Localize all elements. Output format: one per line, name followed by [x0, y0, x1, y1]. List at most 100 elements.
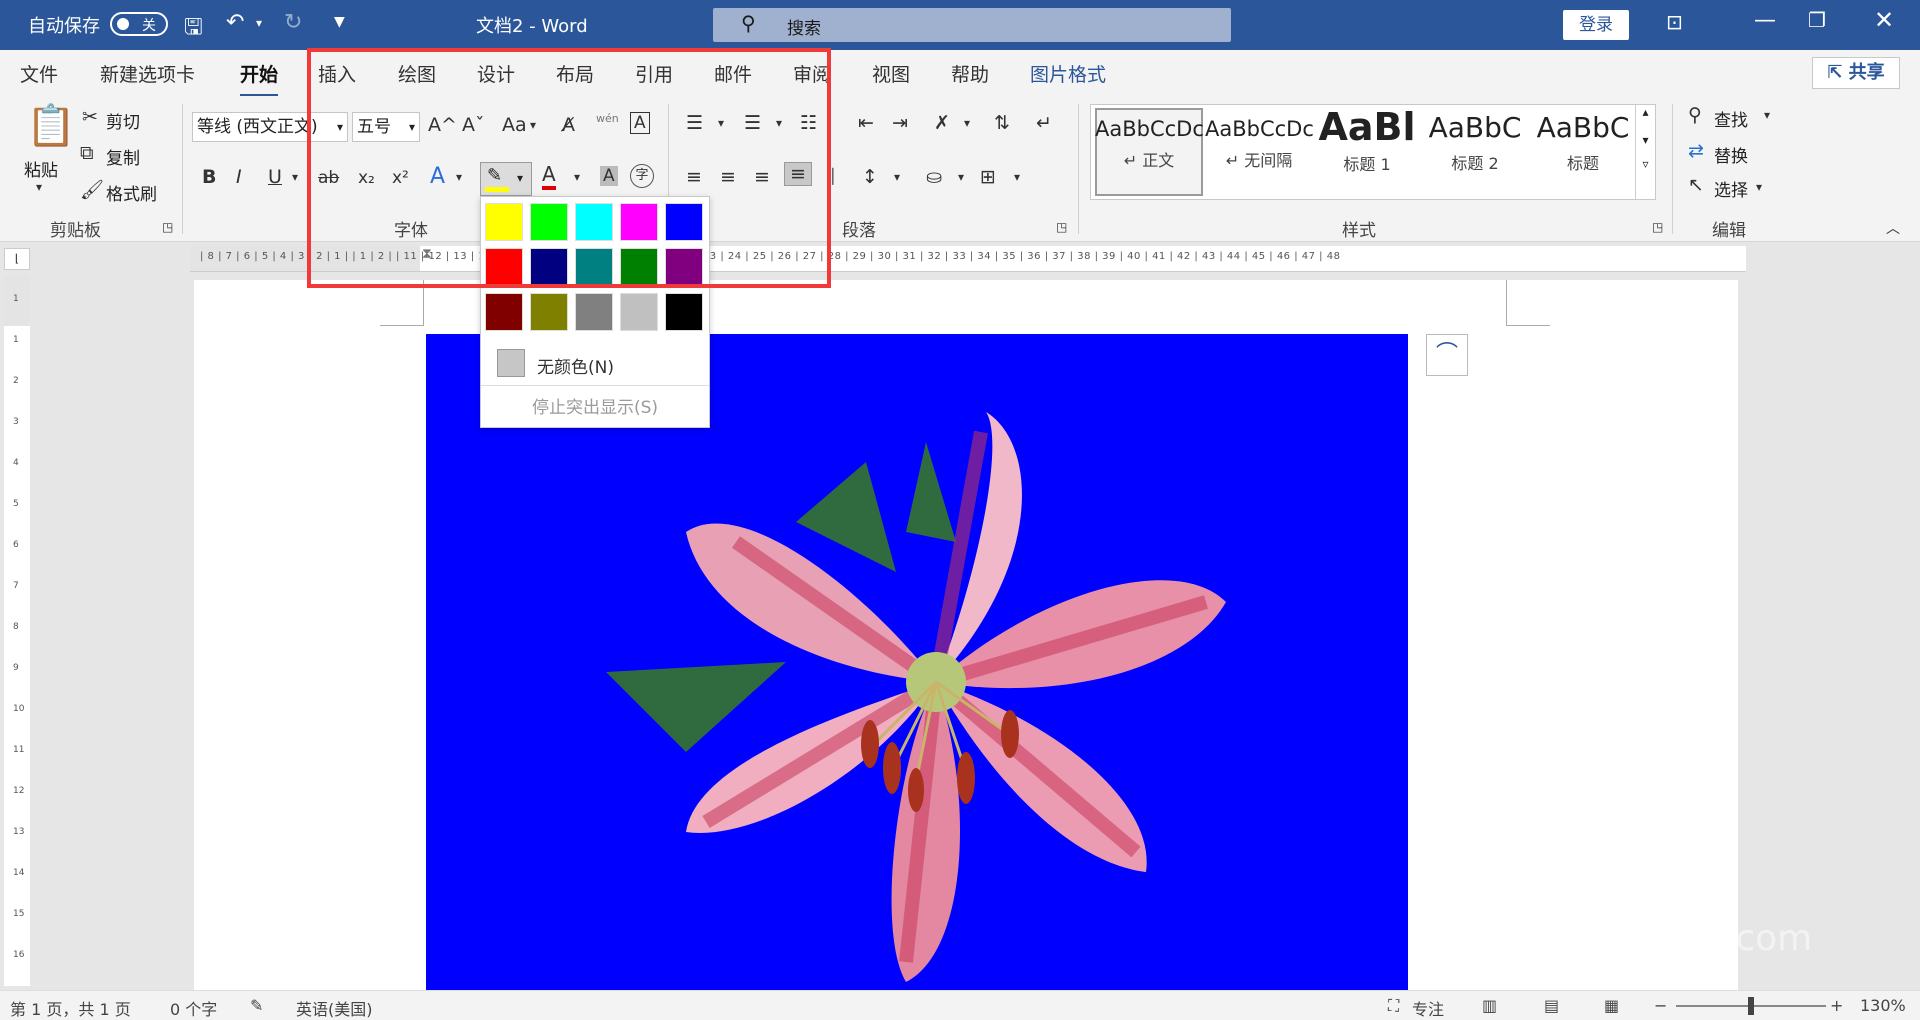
cut-label[interactable]: 剪切 — [106, 108, 140, 133]
replace-icon[interactable]: ⇄ — [1688, 140, 1704, 162]
format-painter-icon[interactable]: 🖌 — [80, 178, 104, 201]
chevron-down-icon[interactable]: ▾ — [964, 116, 970, 130]
layout-options-icon[interactable]: ⌒ — [1426, 334, 1468, 376]
highlight-swatch[interactable] — [530, 293, 568, 331]
close-icon[interactable]: ✕ — [1874, 6, 1894, 34]
chevron-down-icon[interactable]: ▾ — [958, 170, 964, 184]
paragraph-launcher-icon[interactable]: ◳ — [1056, 220, 1067, 234]
paste-label[interactable]: 粘贴 — [24, 156, 58, 181]
save-icon[interactable]: 🖫 — [184, 10, 203, 48]
increase-indent-icon[interactable]: ⇥ — [892, 112, 908, 134]
page-count[interactable]: 第 1 页，共 1 页 — [10, 996, 131, 1020]
chevron-down-icon[interactable]: ▾ — [292, 170, 298, 184]
styles-launcher-icon[interactable]: ◳ — [1652, 220, 1663, 234]
vruler-number: 3 — [13, 417, 19, 427]
find-icon[interactable]: ⚲ — [1688, 104, 1702, 126]
focus-icon[interactable]: ⛶ — [1388, 996, 1399, 1016]
word-count[interactable]: 0 个字 — [170, 996, 217, 1020]
ribbon-display-icon[interactable]: ⊡ — [1666, 10, 1683, 34]
no-color-swatch — [497, 349, 525, 377]
no-color-item[interactable]: 无颜色(N) — [481, 343, 709, 383]
login-button[interactable]: 登录 — [1563, 10, 1629, 40]
annotation-box — [307, 48, 831, 288]
vertical-ruler[interactable]: 1 1 2 3 4 5 6 7 8 9 10 11 12 13 14 15 16 — [4, 276, 30, 986]
copy-icon[interactable]: ⧉ — [80, 142, 94, 164]
clipboard-launcher-icon[interactable]: ◳ — [162, 220, 173, 234]
tab-new[interactable]: 新建选项卡 — [100, 60, 195, 87]
share-button[interactable]: ⇱ 共享 — [1812, 57, 1900, 89]
cut-icon[interactable]: ✂ — [82, 106, 98, 128]
search-icon: ⚲ — [741, 11, 756, 35]
highlight-swatch[interactable] — [485, 293, 523, 331]
zoom-level[interactable]: 130% — [1860, 996, 1906, 1015]
style-title[interactable]: AaBbC 标题 — [1529, 105, 1637, 193]
search-box[interactable]: ⚲ 搜索 — [713, 8, 1231, 42]
borders-icon[interactable]: ⊞ — [980, 166, 996, 188]
focus-label[interactable]: 专注 — [1412, 996, 1444, 1020]
zoom-in-icon[interactable]: + — [1830, 996, 1843, 1015]
highlight-swatch[interactable] — [620, 293, 658, 331]
autosave-state: 关 — [142, 18, 156, 34]
tab-view[interactable]: 视图 — [872, 60, 910, 87]
format-painter-label[interactable]: 格式刷 — [106, 180, 157, 205]
redo-icon[interactable]: ↻ — [284, 10, 302, 35]
style-heading2[interactable]: AaBbC 标题 2 — [1421, 105, 1529, 193]
style-no-spacing[interactable]: AaBbCcDc ↵ 无间隔 — [1205, 105, 1313, 193]
tab-selector[interactable]: ⌊ — [4, 248, 30, 270]
chevron-down-icon[interactable]: ▾ — [894, 170, 900, 184]
style-sample: AaBbC — [1428, 111, 1522, 144]
decrease-indent-icon[interactable]: ⇤ — [858, 112, 874, 134]
style-heading1[interactable]: AaBl 标题 1 — [1313, 105, 1421, 193]
style-name: ↵ 无间隔 — [1225, 151, 1293, 170]
restore-icon[interactable]: ❐ — [1808, 8, 1826, 32]
collapse-ribbon-icon[interactable]: ︿ — [1886, 218, 1900, 238]
share-label: 共享 — [1848, 62, 1885, 83]
language[interactable]: 英语(美国) — [296, 996, 373, 1020]
proofing-icon[interactable]: ✎ — [250, 996, 263, 1015]
sort-icon[interactable]: ⇅ — [994, 112, 1010, 134]
highlight-swatch[interactable] — [665, 293, 703, 331]
paste-dropdown-icon[interactable]: ▾ — [36, 180, 42, 194]
gallery-scroll[interactable]: ▴ ▾ ▿ — [1635, 105, 1655, 199]
line-spacing-icon[interactable]: ↕ — [862, 166, 878, 188]
select-label[interactable]: 选择 — [1714, 176, 1748, 201]
tab-picture-format[interactable]: 图片格式 — [1030, 60, 1106, 87]
shading-icon[interactable]: ⛀ — [926, 166, 942, 188]
bold-icon[interactable]: B — [202, 166, 216, 188]
autosave-label: 自动保存 — [28, 16, 100, 37]
more-icon: ▿ — [1642, 157, 1649, 171]
tab-file[interactable]: 文件 — [20, 60, 58, 87]
no-color-label: 无颜色(N) — [537, 358, 614, 378]
autosave-toggle[interactable]: 关 — [110, 12, 168, 36]
chevron-down-icon[interactable]: ▾ — [1014, 170, 1020, 184]
minimize-icon[interactable]: — — [1754, 8, 1776, 33]
underline-icon[interactable]: U — [268, 166, 282, 188]
read-mode-icon[interactable]: ▥ — [1482, 996, 1497, 1015]
show-marks-icon[interactable]: ↵ — [1036, 112, 1052, 134]
chevron-down-icon[interactable]: ▾ — [1756, 180, 1762, 194]
zoom-slider[interactable] — [1676, 997, 1826, 1015]
tab-help[interactable]: 帮助 — [951, 60, 989, 87]
asian-layout-icon[interactable]: ✗ — [934, 112, 950, 134]
undo-icon[interactable]: ↶ — [226, 10, 244, 35]
paste-icon[interactable]: 📋 — [26, 102, 76, 149]
print-layout-icon[interactable]: ▤ — [1544, 996, 1559, 1015]
stop-highlight-item[interactable]: 停止突出显示(S) — [481, 393, 709, 418]
zoom-thumb[interactable] — [1748, 997, 1754, 1015]
highlight-swatch[interactable] — [575, 293, 613, 331]
italic-icon[interactable]: I — [236, 166, 242, 188]
style-sample: AaBbCcDc — [1095, 117, 1203, 141]
lily-image[interactable] — [426, 334, 1408, 990]
find-label[interactable]: 查找 — [1714, 106, 1748, 131]
customize-toolbar-icon[interactable]: ▼ — [334, 14, 345, 30]
undo-dropdown-icon[interactable]: ▾ — [256, 16, 262, 30]
web-layout-icon[interactable]: ▦ — [1604, 996, 1619, 1015]
zoom-out-icon[interactable]: − — [1654, 996, 1667, 1015]
replace-label[interactable]: 替换 — [1714, 142, 1748, 167]
style-normal[interactable]: AaBbCcDc ↵ 正文 — [1095, 105, 1203, 193]
tab-home[interactable]: 开始 — [240, 60, 279, 97]
separator — [1672, 104, 1673, 234]
chevron-down-icon[interactable]: ▾ — [1764, 108, 1770, 122]
copy-label[interactable]: 复制 — [106, 144, 140, 169]
select-icon[interactable]: ↖ — [1688, 174, 1704, 196]
